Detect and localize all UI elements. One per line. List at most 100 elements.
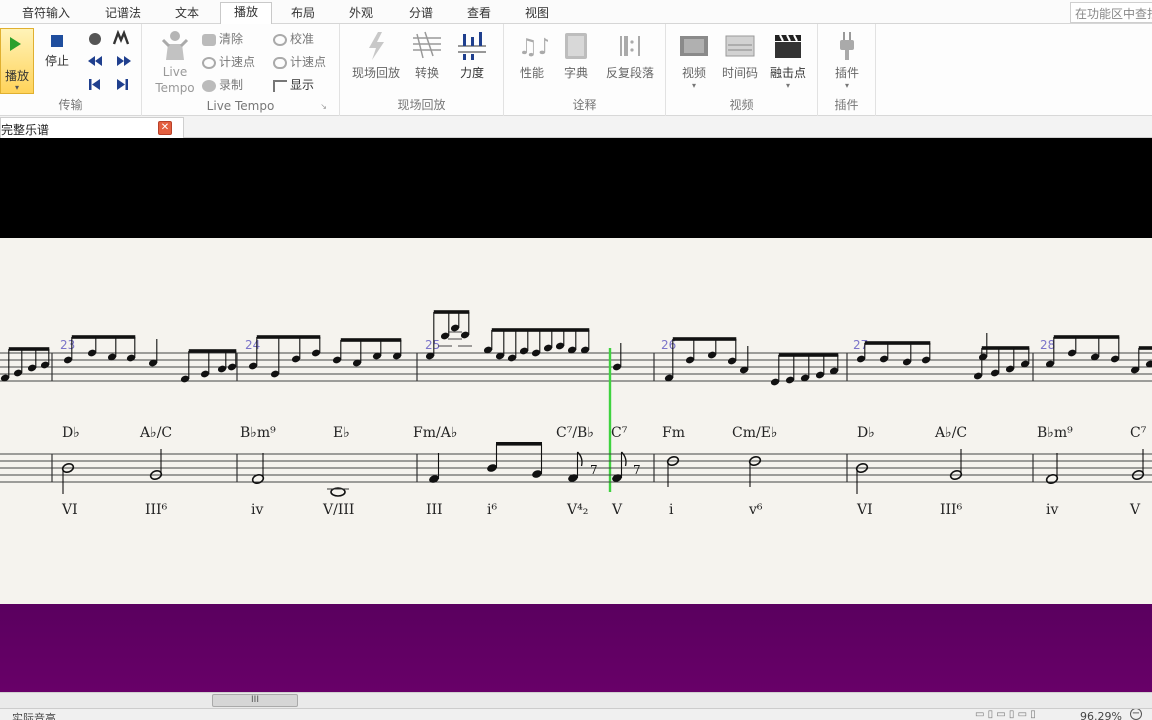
live-tempo-button[interactable]: Live Tempo (150, 28, 200, 96)
live-tempo-label: Live Tempo (155, 65, 195, 95)
group-label-live-playback: 现场回放 (397, 98, 446, 112)
rewind-icon[interactable] (88, 56, 95, 66)
dialog-launcher-icon[interactable]: ↘ (320, 102, 327, 111)
tap-points-button-2[interactable]: 计速点 (273, 53, 326, 70)
measure-number: 28 (1040, 338, 1055, 352)
stop-button[interactable]: 停止 (40, 32, 74, 69)
roman-numeral: III⁶ (940, 502, 963, 518)
roman-numeral: iv (251, 502, 263, 518)
group-transport: 播放 ▾ 停止 传输 (0, 24, 142, 116)
calibrate-button[interactable]: 校准 (273, 30, 314, 47)
record-icon[interactable] (89, 33, 101, 45)
roman-numeral: V⁴₂ (566, 502, 588, 518)
fast-forward-icon[interactable] (117, 56, 124, 66)
film-icon (680, 36, 708, 56)
transport-small-buttons (88, 30, 131, 90)
tab-view[interactable]: 视图 (516, 4, 558, 24)
roman-numeral: VI (856, 502, 873, 518)
chord-symbol: Fm (662, 425, 685, 441)
play-button[interactable]: 播放 ▾ (0, 28, 34, 94)
go-to-start-icon[interactable] (89, 79, 92, 90)
measure-number: 25 (425, 338, 440, 352)
go-to-end-icon[interactable] (117, 79, 125, 90)
repeats-button[interactable]: 反复段落 (600, 30, 660, 81)
chevron-down-icon: ▾ (785, 81, 790, 90)
velocity-button[interactable]: 力度 (452, 30, 492, 81)
chord-symbols: D♭ A♭/C B♭m⁹ E♭ Fm/A♭ C⁷/B♭ C⁷ Fm Cm/E♭ … (62, 425, 1147, 441)
hitpoints-button[interactable]: 融击点 ▾ (766, 30, 810, 90)
record-tempo-button[interactable]: 录制 (202, 76, 243, 93)
score-canvas[interactable]: 23 24 25 26 27 28 D♭ A♭/C B♭m⁹ E♭ Fm/A♭ … (0, 238, 1152, 604)
ribbon-search-input[interactable]: 在功能区中查找 (1070, 2, 1152, 23)
tab-parts[interactable]: 分谱 (400, 4, 442, 24)
ribbon: 播放 ▾ 停止 传输 Live Tempo 清除 计速点 录制 校准 计速点 显… (0, 24, 1152, 116)
tab-appearance[interactable]: 外观 (340, 4, 382, 24)
dictionary-button[interactable]: 字典 (558, 30, 594, 81)
live-playback-button[interactable]: 现场回放 (348, 30, 404, 81)
chord-symbol: Fm/A♭ (413, 425, 457, 441)
chevron-down-icon: ▾ (691, 81, 696, 90)
plugins-button[interactable]: 插件 ▾ (827, 30, 867, 90)
document-tab-label: 完整乐谱 (1, 123, 50, 137)
roman-numeral: III⁶ (145, 502, 168, 518)
measure-number: 23 (60, 338, 75, 352)
microphone-icon (202, 79, 216, 92)
tab-note-input[interactable]: 音符输入 (14, 4, 78, 24)
video-button[interactable]: 视频 ▾ (674, 30, 714, 90)
svg-text:7: 7 (633, 463, 641, 477)
tab-review[interactable]: 查看 (458, 4, 500, 24)
concert-pitch-label[interactable]: 实际音高 (12, 710, 56, 720)
desk-background-bottom (0, 604, 1152, 692)
close-icon[interactable]: ✕ (158, 121, 172, 135)
chord-symbol: C⁷/B♭ (556, 425, 594, 441)
play-icon (10, 37, 21, 51)
tab-notations[interactable]: 记谱法 (96, 4, 150, 24)
chord-symbol: E♭ (333, 425, 350, 441)
repeat-icon (620, 36, 640, 56)
view-icons[interactable]: ▭ ▯ ▭ ▯ ▭ ▯ (975, 709, 1036, 720)
tab-text[interactable]: 文本 (166, 4, 208, 24)
roman-numeral: i (669, 502, 674, 518)
group-plugins: 插件 ▾ 插件 (818, 24, 876, 116)
lightning-icon (369, 32, 384, 60)
transform-button[interactable]: 转换 (410, 30, 444, 81)
roman-numerals: VI III⁶ iv V/III III i⁶ V⁴₂ V i v⁶ VI II… (61, 502, 1141, 518)
book-icon (565, 33, 587, 59)
tap-points-button[interactable]: 计速点 (202, 53, 255, 70)
timecode-button[interactable]: 时间码 (718, 30, 762, 81)
zoom-level[interactable]: 96.29% (1080, 710, 1122, 720)
stop-label: 停止 (44, 54, 69, 68)
clear-button[interactable]: 清除 (202, 30, 243, 47)
timecode-icon (725, 35, 755, 57)
roman-numeral: iv (1046, 502, 1058, 518)
conductor-icon (161, 31, 189, 60)
chord-symbol: A♭/C (934, 425, 967, 441)
stop-icon (51, 35, 63, 47)
tab-play[interactable]: 播放 (220, 2, 272, 25)
roman-numeral: V (1129, 502, 1141, 518)
roman-numeral: v⁶ (748, 502, 763, 518)
zoom-out-icon[interactable]: − (1130, 709, 1142, 720)
live-playback-icon[interactable] (112, 30, 130, 45)
show-button[interactable]: 显示 (273, 76, 314, 93)
tap-icon (202, 56, 216, 69)
bass-notes: 77 (61, 442, 1145, 497)
play-label: 播放 (4, 69, 29, 83)
chord-symbol: D♭ (857, 425, 875, 441)
chord-symbol: C⁷ (1130, 425, 1147, 441)
chord-symbol: D♭ (62, 425, 80, 441)
scrollbar-thumb[interactable]: III (212, 694, 298, 707)
group-label-interpretation: 诠释 (572, 98, 597, 112)
chevron-down-icon: ▾ (844, 81, 849, 90)
document-tab-full-score[interactable]: 完整乐谱 ✕ (0, 117, 184, 138)
transform-icon (413, 31, 441, 59)
group-live-tempo: Live Tempo 清除 计速点 录制 校准 计速点 显示 Live Temp… (142, 24, 340, 116)
tab-layout[interactable]: 布局 (282, 4, 324, 24)
svg-text:♫♪: ♫♪ (518, 35, 548, 60)
horizontal-scrollbar[interactable]: III (0, 692, 1152, 708)
group-label-plugins: 插件 (834, 98, 859, 112)
performance-button[interactable]: ♫♪ 性能 (512, 30, 552, 81)
chord-symbol: B♭m⁹ (1037, 425, 1073, 441)
music-notes-icon: ♫♪ (518, 35, 548, 60)
roman-numeral: VI (61, 502, 78, 518)
